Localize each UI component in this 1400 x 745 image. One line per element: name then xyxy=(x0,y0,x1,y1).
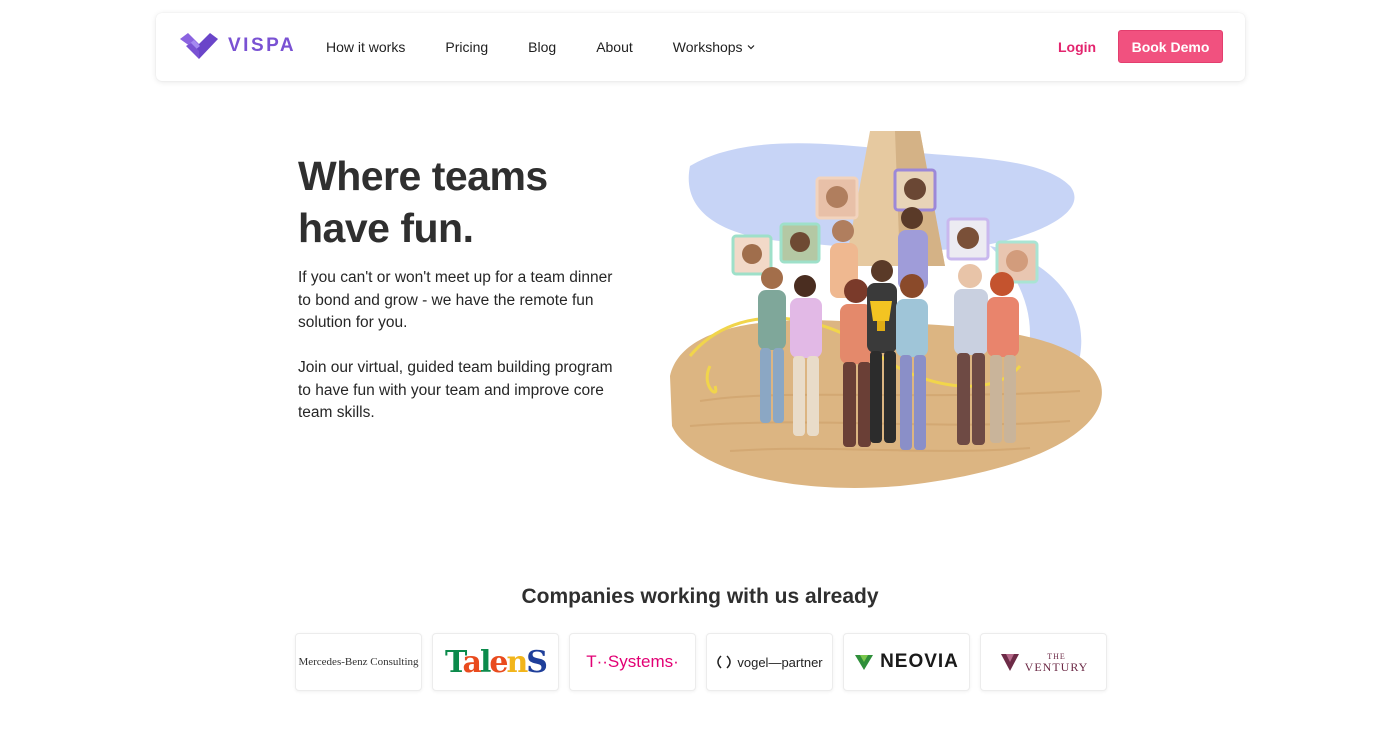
brand-name: VISPA xyxy=(228,35,297,56)
nav-pricing[interactable]: Pricing xyxy=(445,39,488,55)
companies-title: Companies working with us already xyxy=(521,585,879,608)
ventury-text: VENTURY xyxy=(1024,660,1089,674)
ventury-mark-icon xyxy=(1000,654,1019,671)
logo-neovia: NEOVIA xyxy=(843,633,970,691)
logo-text: THE VENTURY xyxy=(999,651,1089,673)
logo-t-systems: T··Systems· xyxy=(569,633,696,691)
neovia-mark-icon xyxy=(855,655,874,670)
logo-text: T··Systems· xyxy=(586,652,679,671)
team-illustration xyxy=(670,131,1102,488)
logo-text: TalenS xyxy=(445,644,548,680)
book-demo-button[interactable]: Book Demo xyxy=(1118,30,1223,63)
logo-text: NEOVIA xyxy=(854,651,959,673)
chevron-down-icon xyxy=(747,45,754,50)
vispa-logo[interactable]: VISPA xyxy=(178,31,296,61)
logo-text: vogel—partner xyxy=(716,654,823,670)
logo-text: Mercedes-Benz Consulting xyxy=(298,656,419,668)
nav-workshops-label: Workshops xyxy=(672,39,743,55)
logo-vogel-partner: vogel—partner xyxy=(706,633,833,691)
nav-about[interactable]: About xyxy=(596,39,633,55)
logo-the-ventury: THE VENTURY xyxy=(980,633,1107,691)
nav-workshops[interactable]: Workshops xyxy=(673,39,755,55)
nav-how-it-works[interactable]: How it works xyxy=(326,39,405,55)
logo-mercedes-benz-consulting: Mercedes-Benz Consulting xyxy=(295,633,422,691)
logo-talents: TalenS xyxy=(432,633,559,691)
nav-blog[interactable]: Blog xyxy=(528,39,556,55)
parentheses-icon xyxy=(717,655,732,669)
top-navigation: VISPA How it works Pricing Blog About Wo… xyxy=(156,13,1245,81)
vogel-text: vogel—partner xyxy=(737,654,823,670)
nav-links: How it works Pricing Blog About Workshop… xyxy=(326,13,795,81)
company-logos: Mercedes-Benz Consulting TalenS T··Syste… xyxy=(295,633,1117,691)
hero-paragraph-1: If you can't or won't meet up for a team… xyxy=(298,269,613,331)
neovia-text: NEOVIA xyxy=(880,651,959,672)
hero-paragraph-2: Join our virtual, guided team building p… xyxy=(298,359,613,421)
vispa-logo-icon xyxy=(180,33,218,59)
hero-title: Where teams have fun. xyxy=(298,153,548,251)
login-link[interactable]: Login xyxy=(1058,39,1096,55)
